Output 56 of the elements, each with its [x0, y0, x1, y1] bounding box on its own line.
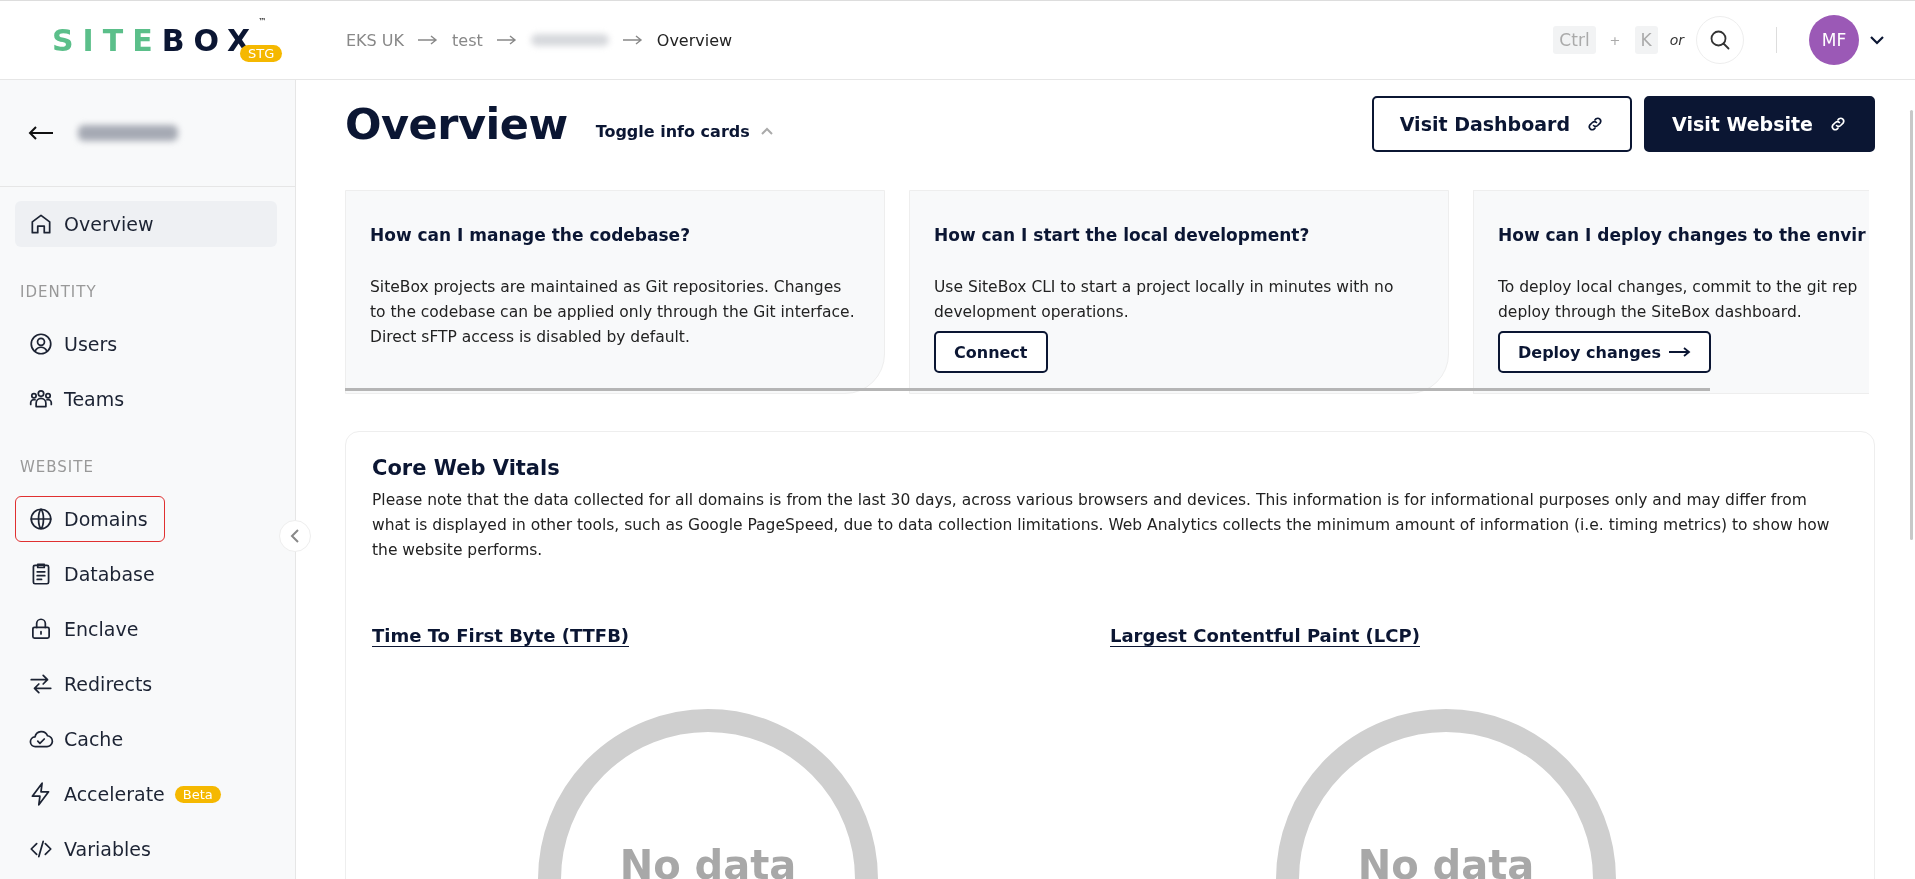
card-button[interactable]: Connect — [934, 331, 1048, 373]
card-title: How can I deploy changes to the envir — [1498, 225, 1867, 245]
nav-item[interactable]: Variables — [15, 826, 165, 872]
nav-item[interactable]: Domains — [15, 496, 165, 542]
card-title: How can I manage the codebase? — [370, 225, 691, 245]
arrow-right-icon — [1668, 347, 1691, 357]
chevron-up-icon — [759, 126, 774, 136]
nav-item[interactable]: Overview — [15, 201, 277, 247]
keyboard-key: Ctrl — [1553, 26, 1596, 54]
collapse-sidebar-button[interactable] — [279, 520, 311, 552]
link-icon — [1829, 115, 1847, 133]
link-icon — [1586, 115, 1605, 133]
description-text: Please note that the data collected for all domains is from the last 30 days, across various browsers and devices. This information is for informational purposes only and may differ from what is displayed in other tools, such as Google PageSpeed, due to data collection limitations. Web Analytics collects the minimum amount of information (i.e. timing metrics) to show how the website performs. — [372, 490, 1831, 561]
breadcrumb-link[interactable]: test — [452, 30, 483, 50]
search-button[interactable] — [1696, 16, 1744, 64]
or-text: or — [1669, 32, 1684, 48]
keyboard-key: K — [1634, 26, 1658, 54]
arrow-right-icon — [418, 35, 439, 45]
horizontal-scrollbar[interactable] — [345, 388, 1710, 391]
card-button[interactable]: Deploy changes — [1498, 331, 1711, 373]
nav-item[interactable]: Redirects — [15, 661, 166, 707]
card-text: To deploy local changes, commit to the git rep deploy through the SiteBox dashboard. — [1498, 277, 1859, 323]
card-title: How can I start the local development? — [934, 225, 1311, 245]
nav-item[interactable]: Cache — [15, 716, 165, 762]
arrow-right-icon — [622, 35, 643, 45]
card-text: Use SiteBox CLI to start a project locally in minutes with no development operations. — [934, 277, 1395, 323]
toggle-info-cards-button[interactable]: Toggle info cards — [589, 120, 780, 142]
visit-website-button[interactable]: Visit Website — [1644, 96, 1875, 152]
section-heading: WEBSITE — [19, 457, 95, 478]
plus-sign: + — [1609, 32, 1621, 48]
nav-item[interactable]: Enclave — [15, 606, 165, 652]
chevron-left-icon — [289, 528, 301, 544]
section-heading: IDENTITY — [19, 282, 98, 303]
user-avatar[interactable]: MF — [1809, 15, 1859, 65]
search-icon — [1709, 29, 1731, 51]
nav-item[interactable]: Accelerate Beta — [15, 771, 234, 817]
metric-value: No data — [1357, 842, 1535, 879]
globe-icon — [28, 506, 54, 532]
page-title: Overview — [345, 99, 568, 149]
nav-item[interactable]: Database — [15, 551, 168, 597]
user-icon — [28, 331, 54, 357]
visit-dashboard-button[interactable]: Visit Dashboard — [1371, 96, 1633, 152]
chevron-down-icon[interactable] — [1869, 35, 1885, 45]
metric-title: Largest Contentful Paint (LCP) — [1110, 625, 1420, 647]
beta-badge: Beta — [174, 785, 221, 803]
metric-value: No data — [619, 842, 797, 879]
back-arrow-icon[interactable] — [28, 126, 54, 140]
breadcrumb-link[interactable]: EKS UK — [346, 30, 405, 50]
arrow-right-icon — [496, 35, 517, 45]
breadcrumb-current: Overview — [656, 30, 733, 50]
nav-item[interactable]: Users — [15, 321, 165, 367]
card-text: SiteBox projects are maintained as Git repositories. Changes to the codebase can be applied only through the Git interface. Direct sFTP access is disabled by default. — [370, 277, 855, 348]
nav-item[interactable]: Teams — [15, 376, 165, 422]
section-title: Core Web Vitals — [372, 456, 561, 480]
metric-title: Time To First Byte (TTFB) — [372, 625, 630, 647]
vertical-scrollbar[interactable] — [1910, 110, 1913, 540]
